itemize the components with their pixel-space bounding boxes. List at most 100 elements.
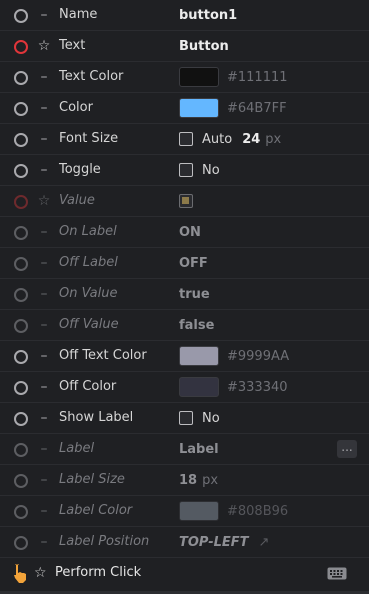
property-value[interactable]: button1 xyxy=(179,0,237,30)
property-row-toggle[interactable]: – Toggle No xyxy=(0,155,369,186)
property-label: Toggle xyxy=(59,162,101,177)
radio-icon[interactable] xyxy=(14,536,28,550)
dash-icon[interactable]: – xyxy=(37,286,51,302)
arrow-icon: ↗ xyxy=(258,534,270,550)
radio-icon[interactable] xyxy=(14,195,28,209)
radio-icon[interactable] xyxy=(14,443,28,457)
property-row-off-value: – Off Value false xyxy=(0,310,369,341)
property-row-show-label[interactable]: – Show Label No xyxy=(0,403,369,434)
value-text[interactable]: button1 xyxy=(179,8,237,23)
dash-icon[interactable]: – xyxy=(37,410,51,426)
dash-icon[interactable]: – xyxy=(37,224,51,240)
dash-icon[interactable]: – xyxy=(37,348,51,364)
color-swatch[interactable] xyxy=(179,377,219,397)
dash-icon[interactable]: – xyxy=(37,441,51,457)
radio-icon[interactable] xyxy=(14,350,28,364)
radio-icon[interactable] xyxy=(14,71,28,85)
property-label: Off Value xyxy=(59,317,119,332)
star-icon[interactable]: ☆ xyxy=(34,565,47,581)
font-size-value[interactable]: 24 xyxy=(242,132,260,147)
dash-icon[interactable]: – xyxy=(37,7,51,23)
property-value xyxy=(179,186,202,216)
property-row-on-value: – On Value true xyxy=(0,279,369,310)
value-text: true xyxy=(179,286,210,302)
property-label: Label Position xyxy=(59,534,150,549)
property-row-text-color[interactable]: – Text Color #111111 xyxy=(0,62,369,93)
unit-label: px xyxy=(265,131,282,147)
property-row-name[interactable]: – Name button1 xyxy=(0,0,369,31)
value-text: false xyxy=(179,317,215,333)
hex-value: #111111 xyxy=(227,69,288,85)
property-row-off-text-color[interactable]: – Off Text Color #9999AA xyxy=(0,341,369,372)
star-icon[interactable]: ☆ xyxy=(37,38,51,54)
color-swatch[interactable] xyxy=(179,67,219,87)
property-row-off-label: – Off Label OFF xyxy=(0,248,369,279)
property-value[interactable]: Button xyxy=(179,31,229,61)
checkbox[interactable] xyxy=(179,411,193,425)
radio-icon[interactable] xyxy=(14,133,28,147)
color-swatch[interactable] xyxy=(179,98,219,118)
dash-icon[interactable]: – xyxy=(37,534,51,550)
radio-icon[interactable] xyxy=(14,319,28,333)
perform-click-label[interactable]: Perform Click xyxy=(55,565,141,581)
value-text: ON xyxy=(179,224,201,240)
property-value: Label xyxy=(179,434,219,464)
dash-icon[interactable]: – xyxy=(37,503,51,519)
keyboard-icon[interactable] xyxy=(327,567,347,584)
radio-icon[interactable] xyxy=(14,474,28,488)
property-value[interactable]: No xyxy=(179,403,220,433)
property-value: ON xyxy=(179,217,201,247)
property-row-label-size: – Label Size 18 px xyxy=(0,465,369,496)
property-value: true xyxy=(179,279,210,309)
dash-icon[interactable]: – xyxy=(37,379,51,395)
property-row-font-size[interactable]: – Font Size Auto 24 px xyxy=(0,124,369,155)
radio-icon[interactable] xyxy=(14,257,28,271)
property-value[interactable]: #9999AA xyxy=(179,341,289,371)
value-checkbox xyxy=(179,194,193,208)
property-label: Off Color xyxy=(59,379,117,394)
property-value[interactable]: No xyxy=(179,155,220,185)
hex-value: #64B7FF xyxy=(227,100,287,116)
checkbox-label: No xyxy=(202,410,220,426)
auto-label: Auto xyxy=(202,131,233,147)
auto-checkbox[interactable] xyxy=(179,132,193,146)
dash-icon[interactable]: – xyxy=(37,472,51,488)
value-text[interactable]: Button xyxy=(179,39,229,54)
perform-click-row[interactable]: ☆ Perform Click xyxy=(0,558,369,589)
position-value: TOP-LEFT xyxy=(179,534,249,550)
property-value: #808B96 xyxy=(179,496,288,526)
property-value[interactable]: #333340 xyxy=(179,372,288,402)
property-label: On Label xyxy=(59,224,117,239)
property-label: Show Label xyxy=(59,410,134,425)
property-row-off-color[interactable]: – Off Color #333340 xyxy=(0,372,369,403)
property-value: OFF xyxy=(179,248,208,278)
dash-icon[interactable]: – xyxy=(37,162,51,178)
property-list: – Name button1 ☆ Text Button – Text Color #11111… xyxy=(0,0,369,558)
property-label: Off Label xyxy=(59,255,118,270)
radio-icon[interactable] xyxy=(14,102,28,116)
radio-icon[interactable] xyxy=(14,226,28,240)
dash-icon[interactable]: – xyxy=(37,131,51,147)
property-value[interactable]: #64B7FF xyxy=(179,93,287,123)
property-row-label-color: – Label Color #808B96 xyxy=(0,496,369,527)
radio-icon[interactable] xyxy=(14,381,28,395)
dash-icon[interactable]: – xyxy=(37,317,51,333)
property-value[interactable]: #111111 xyxy=(179,62,288,92)
property-label: Font Size xyxy=(59,131,119,146)
checkbox[interactable] xyxy=(179,163,193,177)
dash-icon[interactable]: – xyxy=(37,255,51,271)
more-button[interactable]: ... xyxy=(337,440,357,458)
radio-icon[interactable] xyxy=(14,9,28,23)
property-row-text[interactable]: ☆ Text Button xyxy=(0,31,369,62)
radio-icon[interactable] xyxy=(14,164,28,178)
radio-icon[interactable] xyxy=(14,40,28,54)
property-value[interactable]: Auto 24 px xyxy=(179,124,281,154)
radio-icon[interactable] xyxy=(14,505,28,519)
color-swatch[interactable] xyxy=(179,346,219,366)
property-row-color[interactable]: – Color #64B7FF xyxy=(0,93,369,124)
radio-icon[interactable] xyxy=(14,288,28,302)
dash-icon[interactable]: – xyxy=(37,100,51,116)
star-icon[interactable]: ☆ xyxy=(37,193,51,209)
dash-icon[interactable]: – xyxy=(37,69,51,85)
radio-icon[interactable] xyxy=(14,412,28,426)
